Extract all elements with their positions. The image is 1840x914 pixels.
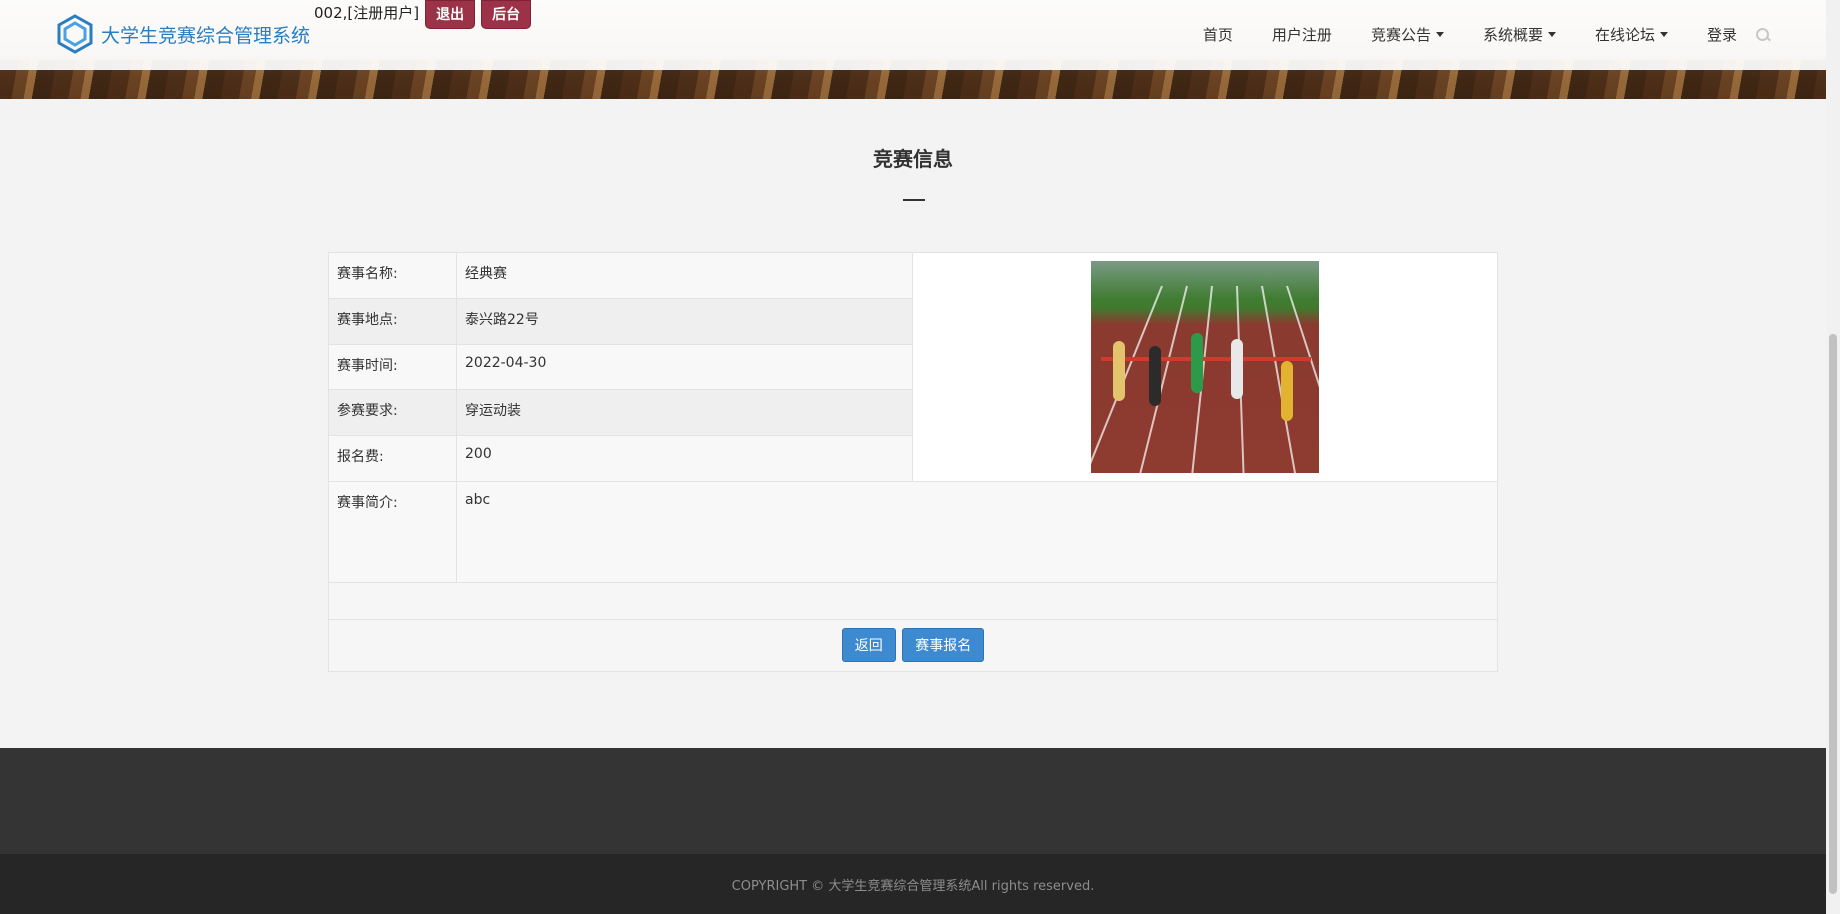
table-row: 赛事名称: 经典赛 <box>328 252 1498 482</box>
table-row: 赛事简介: abc <box>328 481 1498 583</box>
row-label: 赛事名称: <box>328 252 457 299</box>
row-value: 2022-04-30 <box>456 343 913 391</box>
competition-image <box>1091 261 1319 473</box>
chevron-down-icon <box>1659 32 1668 37</box>
logo-icon <box>57 14 93 54</box>
action-cell: 返回 赛事报名 <box>328 619 1498 672</box>
header-banner: 大学生竞赛综合管理系统 002,[注册用户] 退出 后台 首页 用户注册 竞赛公… <box>0 0 1826 99</box>
search-icon[interactable] <box>1755 27 1771 43</box>
logo[interactable]: 大学生竞赛综合管理系统 <box>55 14 310 54</box>
site-title: 大学生竞赛综合管理系统 <box>101 24 311 47</box>
chevron-down-icon <box>1435 32 1444 37</box>
row-value: 穿运动装 <box>456 389 913 437</box>
back-button[interactable]: 返回 <box>841 628 896 662</box>
intro-value: abc <box>456 481 1498 583</box>
nav-home[interactable]: 首页 <box>1203 24 1233 45</box>
nav-forum[interactable]: 在线论坛 <box>1595 24 1668 45</box>
intro-label: 赛事简介: <box>328 481 457 583</box>
row-value: 泰兴路22号 <box>456 297 913 345</box>
page-scrollbar[interactable] <box>1826 0 1840 914</box>
image-runner <box>1149 346 1161 406</box>
signup-button[interactable]: 赛事报名 <box>902 628 985 662</box>
empty-cell <box>328 582 1498 620</box>
image-runner <box>1231 339 1243 399</box>
admin-button[interactable]: 后台 <box>481 0 532 29</box>
competition-detail-table: 赛事名称: 经典赛 赛事地点: 泰兴路22号 赛事时间: 2022-04-30 … <box>328 252 1498 672</box>
nav-forum-label: 在线论坛 <box>1594 26 1655 44</box>
image-runner <box>1191 333 1203 393</box>
row-value: 200 <box>456 435 913 482</box>
navbar: 大学生竞赛综合管理系统 002,[注册用户] 退出 后台 首页 用户注册 竞赛公… <box>0 0 1826 70</box>
chevron-down-icon <box>1547 32 1556 37</box>
table-row-empty <box>328 582 1498 620</box>
footer-copyright: COPYRIGHT © 大学生竞赛综合管理系统All rights reserv… <box>0 854 1826 914</box>
row-value: 经典赛 <box>456 252 913 299</box>
image-lane <box>1137 285 1188 473</box>
scrollbar-thumb[interactable] <box>1829 334 1837 894</box>
image-cell <box>912 252 1498 482</box>
page-title: 竞赛信息 <box>873 147 953 171</box>
image-hurdle <box>1101 357 1311 361</box>
user-name: 002,[注册用户] <box>314 4 420 22</box>
nav-login[interactable]: 登录 <box>1707 24 1737 45</box>
nav-announcements[interactable]: 竞赛公告 <box>1371 24 1444 45</box>
nav-overview-label: 系统概要 <box>1482 26 1543 44</box>
user-info: 002,[注册用户] 退出 后台 <box>314 0 532 29</box>
nav-overview[interactable]: 系统概要 <box>1483 24 1556 45</box>
image-runner <box>1281 361 1293 421</box>
image-runner <box>1113 341 1125 401</box>
row-label: 报名费: <box>328 435 457 482</box>
image-stands <box>1091 261 1319 301</box>
nav-announcements-label: 竞赛公告 <box>1370 26 1431 44</box>
row-label: 赛事地点: <box>328 297 457 345</box>
logout-button[interactable]: 退出 <box>425 0 476 29</box>
action-row: 返回 赛事报名 <box>328 619 1498 672</box>
title-divider <box>903 199 925 201</box>
nav-register[interactable]: 用户注册 <box>1272 24 1332 45</box>
row-label: 赛事时间: <box>328 343 457 391</box>
row-label: 参赛要求: <box>328 389 457 437</box>
footer-top <box>0 748 1826 854</box>
main-nav: 首页 用户注册 竞赛公告 系统概要 在线论坛 登录 <box>1164 24 1771 45</box>
